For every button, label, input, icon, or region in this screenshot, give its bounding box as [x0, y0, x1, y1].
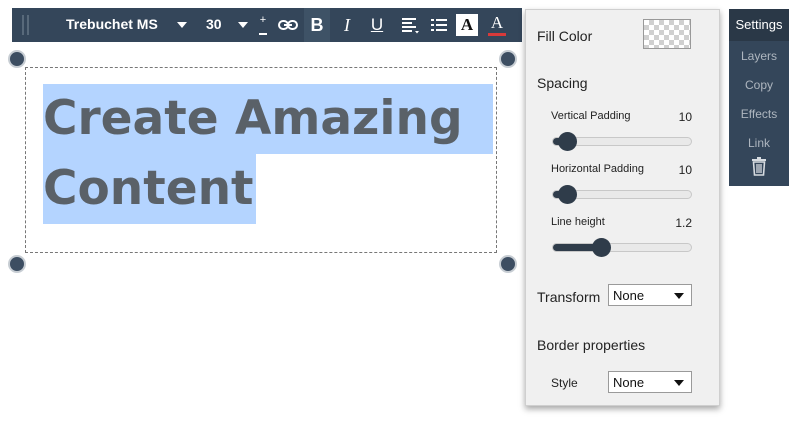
resize-handle-bottom-right[interactable]: [499, 255, 517, 273]
fill-color-label: Fill Color: [537, 28, 593, 44]
transform-label: Transform: [537, 289, 601, 305]
italic-button[interactable]: I: [334, 8, 360, 42]
text-background-button[interactable]: A: [454, 8, 480, 42]
chevron-down-icon: [674, 293, 684, 299]
bullet-list-icon: [431, 19, 447, 31]
bold-button[interactable]: B: [304, 8, 330, 42]
tab-link[interactable]: Link: [729, 136, 789, 150]
tab-settings[interactable]: Settings: [729, 9, 789, 41]
tab-effects[interactable]: Effects: [729, 107, 789, 121]
align-left-icon: [402, 18, 419, 34]
vertical-padding-slider[interactable]: [552, 132, 692, 151]
underline-button[interactable]: U: [364, 8, 390, 42]
resize-handle-bottom-left[interactable]: [8, 255, 26, 273]
horizontal-padding-label: Horizontal Padding: [551, 163, 644, 175]
headline-line-1: Create Amazing: [43, 84, 493, 154]
align-button[interactable]: [398, 8, 422, 42]
border-style-select-value: None: [613, 375, 645, 390]
text-background-icon: A: [456, 14, 478, 36]
tab-copy[interactable]: Copy: [729, 78, 789, 92]
link-button[interactable]: [277, 8, 299, 42]
border-style-select[interactable]: None: [608, 371, 692, 393]
vertical-padding-value: 10: [678, 110, 692, 124]
horizontal-padding-value: 10: [678, 163, 692, 177]
spacing-label: Spacing: [537, 75, 588, 91]
headline-text[interactable]: Create Amazing Content: [43, 84, 493, 224]
tab-layers[interactable]: Layers: [729, 49, 789, 63]
vertical-padding-label: Vertical Padding: [551, 110, 631, 122]
resize-handle-top-left[interactable]: [8, 50, 26, 68]
font-family-chevron-down-icon[interactable]: [177, 22, 187, 28]
text-color-swatch: [488, 33, 506, 36]
font-family-select[interactable]: Trebuchet MS: [66, 16, 158, 32]
resize-handle-top-right[interactable]: [499, 50, 517, 68]
text-color-button[interactable]: A: [484, 8, 510, 42]
settings-panel: Fill Color Spacing Vertical Padding 10 H…: [525, 9, 720, 406]
text-toolbar: Trebuchet MS 30 + B I U A A: [12, 8, 522, 42]
line-height-slider-thumb[interactable]: [592, 238, 612, 257]
font-size-chevron-down-icon[interactable]: [238, 22, 248, 28]
line-height-slider[interactable]: [552, 238, 692, 257]
line-spacing-minus: [259, 32, 267, 35]
line-height-label: Line height: [551, 216, 605, 228]
transform-select-value: None: [613, 288, 645, 303]
text-color-icon: A: [490, 13, 504, 32]
line-spacing-button[interactable]: +: [256, 8, 270, 42]
trash-icon[interactable]: [751, 156, 767, 176]
drag-handle-icon[interactable]: [22, 15, 29, 35]
horizontal-padding-slider-thumb[interactable]: [557, 185, 577, 204]
fill-color-swatch[interactable]: [643, 19, 691, 49]
line-spacing-icon: +: [259, 13, 267, 26]
style-label: Style: [551, 376, 578, 390]
link-icon: [278, 20, 298, 30]
line-height-value: 1.2: [675, 216, 692, 230]
bullet-list-button[interactable]: [428, 8, 450, 42]
horizontal-padding-slider[interactable]: [552, 185, 692, 204]
panel-tabs: Settings Layers Copy Effects Link: [729, 9, 789, 186]
chevron-down-icon: [674, 380, 684, 386]
border-properties-label: Border properties: [537, 337, 646, 353]
font-size-select[interactable]: 30: [206, 16, 222, 32]
headline-line-2: Content: [43, 154, 256, 224]
transform-select[interactable]: None: [608, 284, 692, 306]
vertical-padding-slider-thumb[interactable]: [557, 132, 577, 151]
